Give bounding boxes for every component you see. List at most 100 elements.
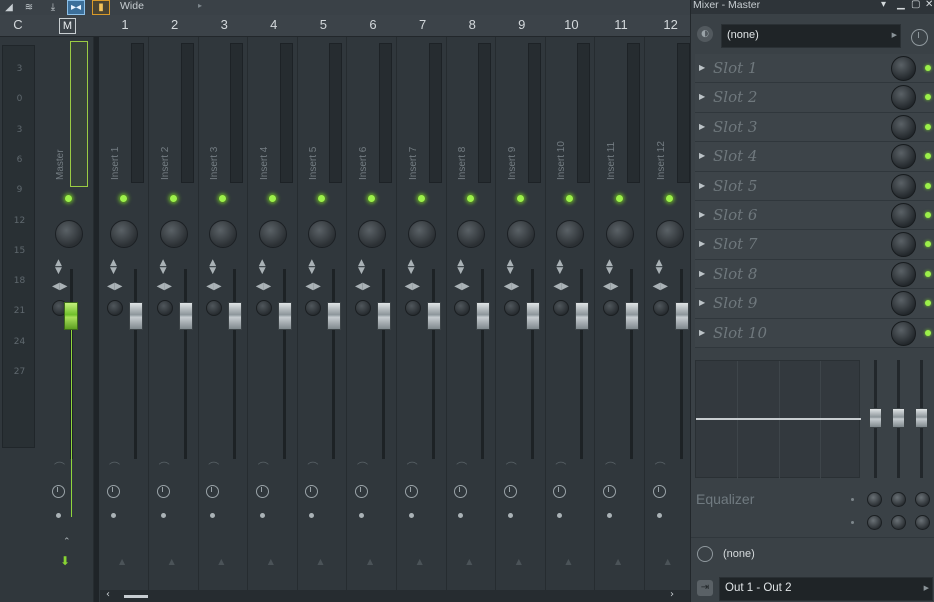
layers-icon[interactable]: ≋: [20, 0, 38, 15]
master-fader[interactable]: [64, 302, 78, 330]
clock-icon[interactable]: [603, 485, 616, 498]
swap-vertical-icon[interactable]: ▲ ▼: [656, 259, 663, 276]
effect-slot-9[interactable]: ▶ Slot 9: [695, 289, 934, 319]
mute-led[interactable]: [664, 194, 674, 203]
strip-name[interactable]: Insert 11: [606, 142, 617, 180]
slot-expand-icon[interactable]: ▶: [699, 181, 705, 190]
swap-horizontal-icon[interactable]: ◀▶: [355, 281, 370, 292]
insert-strip-10[interactable]: Insert 10 ▲ ▼ ◀▶ ⌒ ▲: [546, 37, 596, 602]
plugin-icon[interactable]: ◐: [697, 26, 713, 42]
pan-knob[interactable]: [110, 220, 138, 248]
route-arrow-icon[interactable]: ▲: [268, 557, 274, 566]
insert-strip-2[interactable]: Insert 2 ▲ ▼ ◀▶ ⌒ ▲: [150, 37, 199, 602]
swap-vertical-icon[interactable]: ▲ ▼: [160, 259, 167, 276]
swap-vertical-icon[interactable]: ▲ ▼: [209, 259, 216, 276]
volume-fader[interactable]: [277, 302, 292, 330]
panel-menu-icon[interactable]: ▾: [881, 0, 886, 10]
slot-expand-icon[interactable]: ▶: [699, 269, 705, 278]
slot-mix-knob[interactable]: [891, 85, 916, 111]
mute-led[interactable]: [317, 194, 327, 203]
current-track-label[interactable]: C: [0, 17, 43, 32]
eq-bandwidth-knob-2[interactable]: [891, 515, 906, 530]
eq-frequency-knob-3[interactable]: [915, 492, 930, 507]
link-icon[interactable]: ⌒: [54, 459, 65, 475]
master-up-arrow-icon[interactable]: ⌃: [63, 537, 71, 547]
volume-fader[interactable]: [525, 302, 540, 330]
swap-vertical-icon[interactable]: ▲ ▼: [507, 259, 514, 276]
strip-name[interactable]: Insert 2: [160, 147, 171, 180]
route-dot[interactable]: [160, 513, 166, 518]
route-dot[interactable]: [111, 513, 116, 518]
slot-enable-led[interactable]: [925, 270, 931, 277]
pan-knob[interactable]: [407, 220, 436, 248]
slot-expand-icon[interactable]: ▶: [699, 298, 705, 307]
slot-enable-led[interactable]: [925, 123, 931, 130]
slot-mix-knob[interactable]: [891, 56, 916, 81]
pan-knob[interactable]: [209, 220, 238, 248]
stereo-knob[interactable]: [206, 300, 223, 316]
volume-fader[interactable]: [426, 302, 441, 330]
route-arrow-icon[interactable]: ▲: [417, 557, 423, 566]
link-icon[interactable]: ⌒: [307, 459, 318, 475]
insert-strip-11[interactable]: Insert 11 ▲ ▼ ◀▶ ⌒ ▲: [596, 37, 645, 602]
slot-expand-icon[interactable]: ▶: [699, 122, 705, 131]
strip-name[interactable]: Insert 5: [308, 147, 319, 180]
route-arrow-icon[interactable]: ▲: [466, 557, 472, 566]
pan-knob[interactable]: [159, 220, 188, 248]
insert-strip-12[interactable]: Insert 12 ▲ ▼ ◀▶ ⌒ ▲: [646, 37, 695, 602]
volume-fader[interactable]: [674, 302, 689, 330]
slot-enable-led[interactable]: [925, 211, 931, 218]
swap-vertical-icon[interactable]: ▲ ▼: [457, 259, 464, 276]
link-icon[interactable]: ⌒: [456, 459, 467, 475]
split-view-icon[interactable]: ▸◂: [67, 0, 85, 15]
eq-frequency-knob-1[interactable]: [867, 492, 882, 507]
strip-name[interactable]: Insert 10: [556, 141, 567, 180]
swap-horizontal-icon[interactable]: ◀▶: [206, 281, 221, 292]
insert-strip-1[interactable]: Insert 1 ▲ ▼ ◀▶ ⌒ ▲: [100, 37, 149, 602]
insert-strip-4[interactable]: Insert 4 ▲ ▼ ◀▶ ⌒ ▲: [249, 37, 298, 602]
send-value[interactable]: (none): [723, 548, 755, 560]
strip-name[interactable]: Master: [55, 149, 66, 180]
effect-slot-5[interactable]: ▶ Slot 5: [695, 171, 934, 201]
slot-mix-knob[interactable]: [891, 114, 916, 140]
slot-enable-led[interactable]: [925, 300, 931, 307]
pan-knob[interactable]: [358, 220, 386, 248]
insert-number-9[interactable]: 9: [497, 17, 547, 32]
eq-frequency-knob-2[interactable]: [891, 492, 906, 507]
swap-vertical-icon[interactable]: ▲ ▼: [606, 259, 613, 276]
link-icon[interactable]: ⌒: [407, 459, 418, 475]
level-meter[interactable]: [379, 43, 392, 183]
stereo-knob[interactable]: [652, 300, 669, 316]
insert-number-2[interactable]: 2: [150, 17, 200, 32]
route-dot[interactable]: [359, 513, 364, 518]
mute-led[interactable]: [119, 194, 128, 203]
insert-strip-3[interactable]: Insert 3 ▲ ▼ ◀▶ ⌒ ▲: [199, 37, 249, 602]
effect-slot-2[interactable]: ▶ Slot 2: [695, 83, 934, 113]
insert-strip-5[interactable]: Insert 5 ▲ ▼ ◀▶ ⌒ ▲: [298, 37, 348, 602]
insert-number-12[interactable]: 12: [646, 17, 696, 32]
effect-slot-10[interactable]: ▶ Slot 10: [695, 318, 934, 348]
slot-expand-icon[interactable]: ▶: [699, 92, 705, 101]
insert-number-1[interactable]: 1: [100, 17, 150, 32]
swap-horizontal-icon[interactable]: ◀▶: [256, 281, 271, 292]
strip-name[interactable]: Insert 1: [110, 147, 121, 180]
scroll-thumb[interactable]: [124, 595, 148, 598]
slot-enable-led[interactable]: [925, 241, 931, 248]
route-dot[interactable]: [557, 513, 563, 518]
volume-fader[interactable]: [625, 302, 639, 330]
pan-knob[interactable]: [655, 220, 684, 248]
swap-horizontal-icon[interactable]: ◀▶: [52, 281, 67, 292]
route-dot[interactable]: [309, 513, 315, 518]
level-meter[interactable]: [329, 43, 343, 183]
insert-strip-8[interactable]: Insert 8 ▲ ▼ ◀▶ ⌒ ▲: [447, 37, 497, 602]
mixer-preset-label[interactable]: Wide: [120, 0, 144, 12]
menu-arrow-icon[interactable]: ◢: [0, 0, 18, 15]
clock-icon[interactable]: [52, 485, 65, 498]
slot-enable-led[interactable]: [925, 182, 931, 189]
stereo-knob[interactable]: [305, 300, 322, 316]
insert-number-11[interactable]: 11: [596, 17, 646, 32]
slot-expand-icon[interactable]: ▶: [699, 239, 705, 248]
link-icon[interactable]: ⌒: [357, 459, 368, 475]
pan-knob[interactable]: [506, 220, 535, 248]
route-arrow-icon[interactable]: ▲: [665, 557, 671, 566]
